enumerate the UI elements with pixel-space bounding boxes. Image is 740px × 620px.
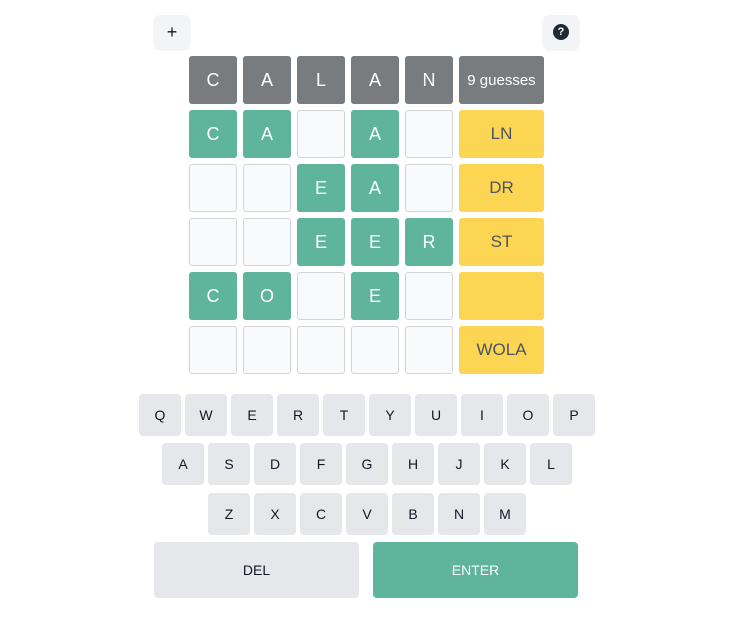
key-c[interactable]: C bbox=[300, 493, 342, 535]
letter-tile: A bbox=[243, 56, 291, 104]
letter-tile: E bbox=[297, 164, 345, 212]
letter-tile bbox=[405, 326, 453, 374]
hint-tile: LN bbox=[459, 110, 544, 158]
letter-tile: A bbox=[243, 110, 291, 158]
key-t[interactable]: T bbox=[323, 394, 365, 436]
hint-tile: WOLA bbox=[459, 326, 544, 374]
letter-tile bbox=[243, 326, 291, 374]
key-k[interactable]: K bbox=[484, 443, 526, 485]
help-button[interactable]: ? bbox=[543, 15, 579, 49]
key-j[interactable]: J bbox=[438, 443, 480, 485]
key-f[interactable]: F bbox=[300, 443, 342, 485]
letter-tile: E bbox=[351, 218, 399, 266]
letter-tile: N bbox=[405, 56, 453, 104]
letter-tile bbox=[405, 110, 453, 158]
letter-tile bbox=[405, 272, 453, 320]
key-l[interactable]: L bbox=[530, 443, 572, 485]
letter-tile bbox=[189, 326, 237, 374]
letter-tile: A bbox=[351, 56, 399, 104]
key-d[interactable]: D bbox=[254, 443, 296, 485]
key-m[interactable]: M bbox=[484, 493, 526, 535]
letter-tile: E bbox=[297, 218, 345, 266]
letter-tile: C bbox=[189, 272, 237, 320]
letter-tile bbox=[243, 218, 291, 266]
letter-tile: A bbox=[351, 164, 399, 212]
key-n[interactable]: N bbox=[438, 493, 480, 535]
key-u[interactable]: U bbox=[415, 394, 457, 436]
letter-tile bbox=[297, 110, 345, 158]
key-e[interactable]: E bbox=[231, 394, 273, 436]
letter-tile bbox=[351, 326, 399, 374]
key-z[interactable]: Z bbox=[208, 493, 250, 535]
letter-tile: C bbox=[189, 56, 237, 104]
hint-tile: ST bbox=[459, 218, 544, 266]
guess-count: 9 guesses bbox=[459, 56, 544, 104]
key-g[interactable]: G bbox=[346, 443, 388, 485]
letter-tile bbox=[297, 272, 345, 320]
key-q[interactable]: Q bbox=[139, 394, 181, 436]
letter-tile: A bbox=[351, 110, 399, 158]
add-button[interactable]: + bbox=[154, 15, 190, 49]
letter-tile bbox=[297, 326, 345, 374]
key-b[interactable]: B bbox=[392, 493, 434, 535]
help-icon: ? bbox=[553, 24, 569, 40]
letter-tile: L bbox=[297, 56, 345, 104]
enter-key[interactable]: ENTER bbox=[373, 542, 578, 598]
key-h[interactable]: H bbox=[392, 443, 434, 485]
delete-key[interactable]: DEL bbox=[154, 542, 359, 598]
letter-tile: R bbox=[405, 218, 453, 266]
letter-tile: E bbox=[351, 272, 399, 320]
hint-tile bbox=[459, 272, 544, 320]
letter-tile: O bbox=[243, 272, 291, 320]
letter-tile bbox=[405, 164, 453, 212]
key-x[interactable]: X bbox=[254, 493, 296, 535]
letter-tile: C bbox=[189, 110, 237, 158]
key-y[interactable]: Y bbox=[369, 394, 411, 436]
key-i[interactable]: I bbox=[461, 394, 503, 436]
letter-tile bbox=[243, 164, 291, 212]
key-w[interactable]: W bbox=[185, 394, 227, 436]
hint-tile: DR bbox=[459, 164, 544, 212]
letter-tile bbox=[189, 218, 237, 266]
key-v[interactable]: V bbox=[346, 493, 388, 535]
key-o[interactable]: O bbox=[507, 394, 549, 436]
key-a[interactable]: A bbox=[162, 443, 204, 485]
letter-tile bbox=[189, 164, 237, 212]
key-r[interactable]: R bbox=[277, 394, 319, 436]
key-p[interactable]: P bbox=[553, 394, 595, 436]
key-s[interactable]: S bbox=[208, 443, 250, 485]
plus-icon: + bbox=[166, 21, 178, 42]
